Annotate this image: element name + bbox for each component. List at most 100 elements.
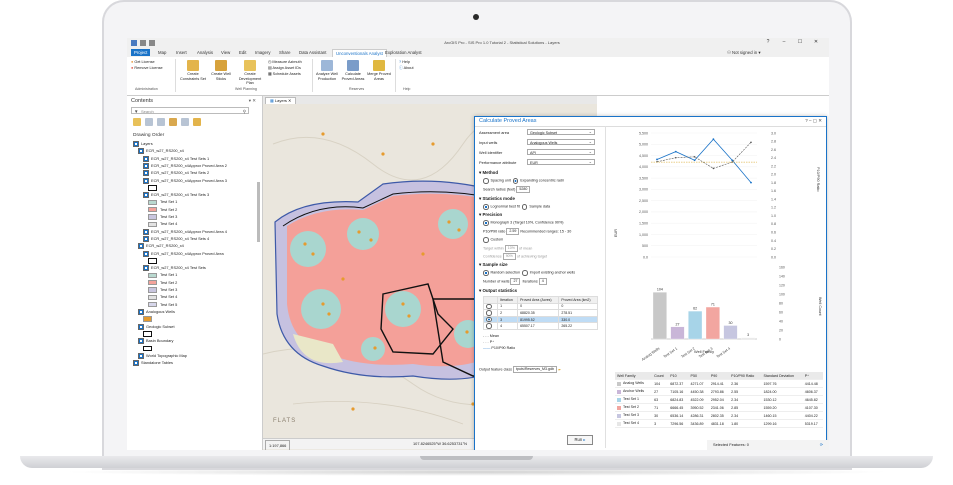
toc-item[interactable]: ECR_w27_RS200_x4 bbox=[138, 148, 184, 155]
tab-edit[interactable]: Edit bbox=[236, 49, 249, 56]
list-by-source-icon[interactable] bbox=[145, 118, 153, 126]
toc-item[interactable] bbox=[143, 316, 155, 322]
calculate-proved-areas-button[interactable]: Calculate Proved Areas bbox=[341, 60, 365, 81]
toc-item[interactable]: Test Set 1 bbox=[148, 199, 177, 206]
signin-status[interactable]: ⚇ Not signed in ▾ bbox=[727, 50, 761, 56]
close-button[interactable]: ✕ bbox=[811, 39, 821, 47]
sample-size-heading[interactable]: ▾ Sample size bbox=[479, 262, 508, 268]
layer-visibility-checkbox[interactable] bbox=[138, 338, 144, 345]
layer-visibility-checkbox[interactable] bbox=[143, 192, 149, 199]
layer-visibility-checkbox[interactable] bbox=[143, 250, 149, 257]
schedule-assets-button[interactable]: ▦ Schedule Assets bbox=[268, 72, 301, 77]
output-stats-heading[interactable]: ▾ Output statistics bbox=[479, 288, 517, 294]
toc-item[interactable]: Geologic Subset bbox=[138, 323, 175, 330]
create-well-sticks-button[interactable]: Create Well Sticks bbox=[209, 60, 233, 81]
toc-item[interactable]: ECR_w27_RS200_x4 Test Sets 4 bbox=[143, 235, 209, 242]
row-select-radio[interactable] bbox=[486, 316, 492, 323]
analyze-well-production-button[interactable]: Analyze Well Production bbox=[315, 60, 339, 81]
search-icon[interactable]: ⚲ bbox=[243, 108, 246, 115]
expanding-radii-radio[interactable] bbox=[512, 178, 519, 184]
toc-item[interactable] bbox=[143, 345, 155, 352]
stats-col-header[interactable]: P⁺ bbox=[802, 372, 823, 380]
scale-selector[interactable]: 1:197,866 bbox=[265, 439, 291, 450]
minimize-button[interactable]: – bbox=[779, 39, 789, 47]
performance-attribute-select[interactable]: EUR bbox=[527, 159, 595, 165]
toc-item[interactable]: Basin Boundary bbox=[138, 338, 173, 345]
layer-visibility-checkbox[interactable] bbox=[133, 141, 139, 147]
row-select-radio[interactable] bbox=[486, 310, 492, 316]
output-row[interactable]: 100 bbox=[482, 302, 598, 311]
merge-proved-areas-button[interactable]: Merge Proved Areas bbox=[367, 60, 391, 81]
contents-search-input[interactable]: ▼ Search ⚲ bbox=[131, 107, 249, 114]
layer-visibility-checkbox[interactable] bbox=[138, 243, 144, 250]
list-by-drawing-order-icon[interactable] bbox=[133, 118, 141, 126]
well-identifier-select[interactable]: API bbox=[527, 149, 595, 155]
row-select-radio[interactable] bbox=[486, 323, 492, 329]
input-wells-select[interactable]: Analogous Wells bbox=[527, 139, 595, 145]
toc-item[interactable]: Test Set 5 bbox=[148, 302, 177, 308]
statistics-mode-heading[interactable]: ▾ Statistics mode bbox=[479, 196, 515, 202]
precision-heading[interactable]: ▾ Precision bbox=[479, 212, 502, 218]
toc-item[interactable]: Standalone Tables bbox=[133, 360, 173, 366]
row-select-cell[interactable] bbox=[482, 322, 499, 330]
get-license-button[interactable]: ● Get License bbox=[131, 60, 155, 65]
assign-asset-ids-button[interactable]: ▤ Assign Asset IDs bbox=[268, 66, 301, 71]
toc-item[interactable]: ECR_w27_RS200_x4Approx Proved Area 3 bbox=[143, 177, 227, 184]
iterations-input[interactable]: 4 bbox=[538, 278, 547, 285]
maximize-button[interactable]: ☐ bbox=[795, 39, 805, 47]
help-button[interactable]: ? bbox=[763, 39, 773, 47]
remove-license-button[interactable]: ● Remove License bbox=[131, 66, 163, 71]
tab-insert[interactable]: Insert bbox=[173, 49, 190, 56]
run-button[interactable]: Run ▸ bbox=[567, 435, 593, 445]
layer-visibility-checkbox[interactable] bbox=[143, 177, 149, 184]
tab-unconventionals-analyst[interactable]: Unconventionals Analyst bbox=[332, 49, 387, 57]
import-anchor-radio[interactable] bbox=[522, 270, 528, 276]
pane-options-icon[interactable]: ▾ ✕ bbox=[249, 98, 256, 104]
toc-item[interactable] bbox=[148, 258, 160, 264]
num-wells-input[interactable]: 27 bbox=[510, 278, 521, 285]
stats-row[interactable]: Test Set 1 63 6824.83 4522.09 2952.04 2.34 153… bbox=[615, 395, 823, 404]
stats-row[interactable]: Test Set 3 30 6536.14 4286.31 2802.35 2.34 146… bbox=[615, 411, 823, 420]
stats-col-header[interactable]: P10/P90 Ratio bbox=[729, 372, 762, 380]
output-row[interactable]: 3 81995.52 330.0 bbox=[482, 315, 598, 324]
spacing-unit-radio[interactable] bbox=[483, 178, 489, 184]
list-by-selection-icon[interactable] bbox=[157, 118, 165, 126]
contents-scrollbar[interactable] bbox=[257, 182, 260, 242]
layer-visibility-checkbox[interactable] bbox=[143, 228, 149, 235]
target-select[interactable]: 10% bbox=[504, 245, 518, 252]
output-row[interactable]: 2 68820.35 278.51 bbox=[482, 309, 598, 317]
toc-item[interactable]: ECR_w27_RS200_x4 Test Sets 1 bbox=[143, 155, 209, 162]
tab-project[interactable]: Project bbox=[131, 49, 151, 56]
row-select-cell[interactable] bbox=[482, 309, 499, 317]
toc-item[interactable]: Test Set 4 bbox=[148, 294, 177, 301]
toc-item[interactable]: Test Set 2 bbox=[148, 207, 177, 213]
list-by-editing-icon[interactable] bbox=[169, 118, 177, 126]
stats-col-header[interactable]: P10 bbox=[668, 372, 689, 380]
toc-item[interactable]: Test Set 3 bbox=[148, 214, 177, 220]
stats-col-header[interactable]: P90 bbox=[708, 372, 730, 380]
row-select-cell[interactable] bbox=[482, 315, 499, 324]
measure-azimuth-button[interactable]: ◷ Measure Azimuth bbox=[268, 60, 302, 65]
tab-analysis[interactable]: Analysis bbox=[194, 49, 216, 56]
browse-folder-icon[interactable]: ▰ bbox=[558, 367, 561, 371]
tab-map[interactable]: Map bbox=[155, 49, 169, 56]
toc-item[interactable]: ECR_w27_RS200_x4Approx Proved Area 2 bbox=[143, 162, 227, 169]
stats-row[interactable]: Test Set 4 3 7296.56 3436.89 4831.18 1.80 1299… bbox=[615, 419, 823, 428]
stats-col-header[interactable]: Well Family bbox=[615, 372, 653, 380]
monograph-radio[interactable] bbox=[483, 220, 489, 226]
help-ribbon-button[interactable]: ? Help bbox=[399, 60, 410, 65]
dialog-window-controls[interactable]: ? – ▢ ✕ bbox=[805, 118, 822, 124]
layer-visibility-checkbox[interactable] bbox=[143, 155, 149, 162]
stats-row[interactable]: Anchor Wells 27 7105.16 4450.38 2793.86 2.55 1… bbox=[615, 387, 823, 396]
layer-visibility-checkbox[interactable] bbox=[143, 265, 149, 272]
tab-imagery[interactable]: Imagery bbox=[252, 49, 274, 56]
row-select-radio[interactable] bbox=[486, 303, 492, 310]
toc-item[interactable]: World Topographic Map bbox=[138, 352, 187, 359]
toc-item[interactable]: Test Set 2 bbox=[148, 280, 177, 286]
custom-radio[interactable] bbox=[483, 237, 489, 243]
p10p90-input[interactable]: 2.59 bbox=[506, 228, 520, 235]
stats-col-header[interactable]: Count bbox=[652, 372, 669, 380]
tab-view[interactable]: View bbox=[218, 49, 233, 56]
toc-item[interactable]: Test Set 1 bbox=[148, 272, 177, 279]
tab-exploration-analyst[interactable]: Exploration Analyst bbox=[382, 49, 425, 56]
